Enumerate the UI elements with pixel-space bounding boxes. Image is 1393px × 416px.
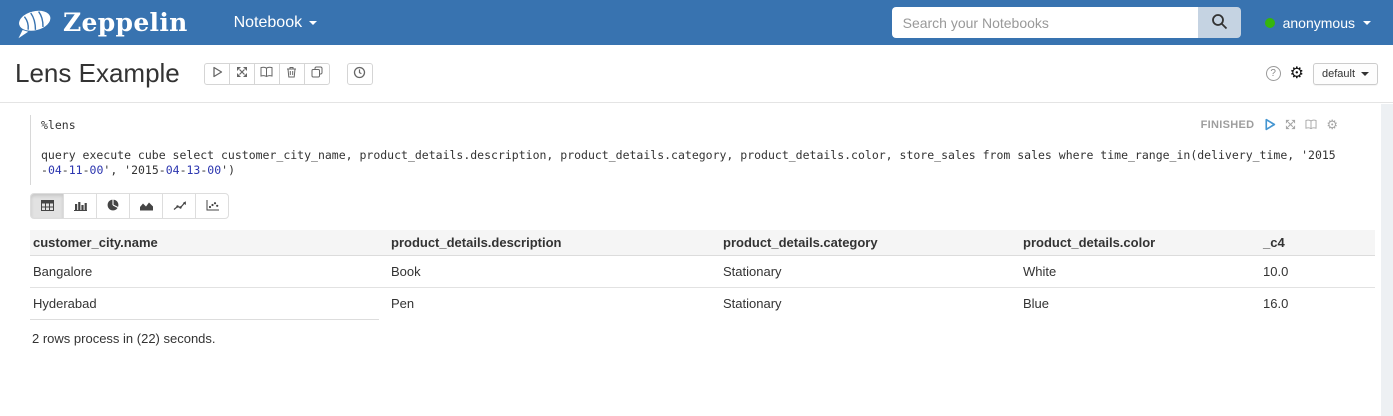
paragraph-status-badge: FINISHED xyxy=(1201,119,1255,131)
top-navbar: Zeppelin Notebook anonymous xyxy=(0,0,1393,45)
result-table: customer_city.nameproduct_details.descri… xyxy=(30,230,1375,319)
table-cell: Book xyxy=(388,256,720,288)
brand-title[interactable]: Zeppelin xyxy=(63,8,188,37)
arrows-expand-icon xyxy=(236,66,248,81)
zeppelin-logo-icon[interactable] xyxy=(14,7,54,39)
scatter-chart-button[interactable] xyxy=(195,193,229,219)
paragraph-controls: FINISHED ⚙ xyxy=(1201,118,1338,131)
table-display-button[interactable] xyxy=(30,193,64,219)
run-all-button[interactable] xyxy=(204,63,230,85)
table-bottom-rule xyxy=(30,319,379,320)
table-icon xyxy=(41,199,54,214)
paragraph-expand-button[interactable] xyxy=(1285,119,1296,130)
column-header[interactable]: _c4 xyxy=(1260,230,1375,256)
column-header[interactable]: product_details.category xyxy=(720,230,1020,256)
search-group xyxy=(892,7,1241,38)
table-cell: 10.0 xyxy=(1260,256,1375,288)
show-hide-code-button[interactable] xyxy=(229,63,255,85)
table-cell: Stationary xyxy=(720,288,1020,320)
line-chart-button[interactable] xyxy=(162,193,196,219)
pie-chart-icon xyxy=(107,199,119,214)
table-row: HyderabadPenStationaryBlue16.0 xyxy=(30,288,1375,320)
result-footer: 2 rows process in (22) seconds. xyxy=(30,331,1365,346)
table-cell: Stationary xyxy=(720,256,1020,288)
chevron-down-icon xyxy=(1363,21,1371,25)
code-line: query execute cube select customer_city_… xyxy=(41,148,1365,163)
search-input[interactable] xyxy=(892,7,1198,38)
chevron-down-icon xyxy=(1361,72,1369,76)
bar-chart-button[interactable] xyxy=(63,193,97,219)
paragraph: FINISHED ⚙ %lens query execute cube sele… xyxy=(30,115,1365,346)
table-row: BangaloreBookStationaryWhite10.0 xyxy=(30,256,1375,288)
trash-icon xyxy=(286,66,297,81)
help-icon[interactable]: ? xyxy=(1266,66,1281,81)
page-scrollbar[interactable] xyxy=(1381,104,1393,416)
scheduler-button[interactable] xyxy=(347,63,373,85)
table-cell: White xyxy=(1020,256,1260,288)
display-type-toolbar xyxy=(30,193,1365,219)
search-icon xyxy=(1211,13,1228,33)
column-header[interactable]: customer_city.name xyxy=(30,230,388,256)
note-header-right: ? ⚙ default xyxy=(1266,63,1378,85)
table-cell: 16.0 xyxy=(1260,288,1375,320)
result-area: customer_city.nameproduct_details.descri… xyxy=(30,230,1365,346)
interpreter-binding-button[interactable]: default xyxy=(1313,63,1378,85)
clone-icon xyxy=(311,66,323,81)
code-line: -04-11-00', '2015-04-13-00') xyxy=(41,163,1365,178)
result-header-row: customer_city.nameproduct_details.descri… xyxy=(30,230,1375,256)
column-header[interactable]: product_details.color xyxy=(1020,230,1260,256)
notebook-menu-label: Notebook xyxy=(234,14,303,32)
user-menu[interactable]: anonymous xyxy=(1265,15,1371,31)
result-body: BangaloreBookStationaryWhite10.0Hyderaba… xyxy=(30,256,1375,320)
chevron-down-icon xyxy=(309,21,317,25)
run-paragraph-button[interactable] xyxy=(1263,118,1276,131)
book-icon xyxy=(260,66,273,81)
note-header: Lens Example xyxy=(0,45,1393,103)
interpreter-gear-icon[interactable]: ⚙ xyxy=(1290,66,1304,82)
notebook-menu[interactable]: Notebook xyxy=(234,14,318,32)
clone-note-button[interactable] xyxy=(304,63,330,85)
note-toolbar xyxy=(204,63,330,85)
note-title[interactable]: Lens Example xyxy=(15,58,180,89)
table-cell: Hyderabad xyxy=(30,288,388,320)
search-button[interactable] xyxy=(1198,7,1241,38)
column-header[interactable]: product_details.description xyxy=(388,230,720,256)
interpreter-binding-label: default xyxy=(1322,68,1355,80)
code-editor[interactable]: %lens query execute cube select customer… xyxy=(30,115,1365,185)
table-cell: Blue xyxy=(1020,288,1260,320)
play-icon xyxy=(211,66,223,81)
interpreter-directive: %lens xyxy=(41,118,1365,133)
scatter-chart-icon xyxy=(206,199,219,214)
area-chart-button[interactable] xyxy=(129,193,163,219)
table-cell: Bangalore xyxy=(30,256,388,288)
pie-chart-button[interactable] xyxy=(96,193,130,219)
clock-icon xyxy=(353,66,366,82)
show-hide-output-button[interactable] xyxy=(254,63,280,85)
paragraph-gear-icon[interactable]: ⚙ xyxy=(1326,118,1338,131)
clear-output-button[interactable] xyxy=(279,63,305,85)
area-chart-icon xyxy=(140,199,153,214)
user-status-icon xyxy=(1265,18,1275,28)
paragraph-output-button[interactable] xyxy=(1305,119,1317,130)
bar-chart-icon xyxy=(74,199,87,214)
line-chart-icon xyxy=(173,199,186,214)
table-cell: Pen xyxy=(388,288,720,320)
user-name: anonymous xyxy=(1283,15,1355,31)
